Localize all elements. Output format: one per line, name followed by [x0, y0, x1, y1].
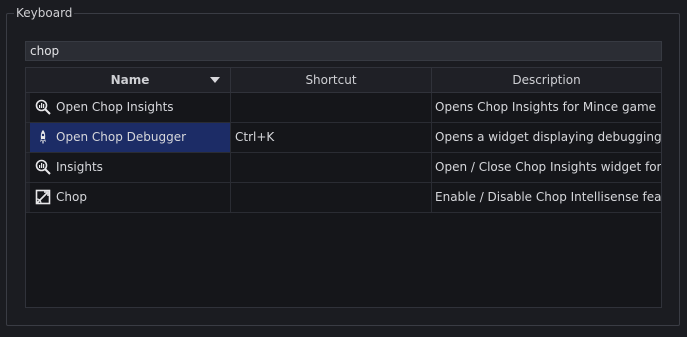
column-header-shortcut[interactable]: Shortcut: [231, 68, 432, 92]
shortcuts-table: Name Shortcut Description Open Chop Insi…: [25, 67, 662, 308]
row-shortcut: Ctrl+K: [231, 123, 432, 152]
row-shortcut: [231, 153, 432, 182]
row-description: Opens a widget displaying debugging inf.…: [435, 130, 661, 144]
row-description: Enable / Disable Chop Intellisense featu…: [435, 190, 661, 204]
row-shortcut: [231, 93, 432, 122]
insights-icon: [35, 99, 51, 115]
table-row[interactable]: Insights Open / Close Chop Insights widg…: [26, 153, 661, 183]
row-shortcut: [231, 183, 432, 212]
row-description: Open / Close Chop Insights widget for Mi…: [435, 160, 661, 174]
row-name: Open Chop Debugger: [56, 130, 187, 144]
debugger-icon: [40, 130, 46, 144]
search-input[interactable]: chop: [25, 41, 662, 61]
sort-descending-icon: [210, 77, 220, 83]
insights-icon: [35, 159, 51, 175]
row-description: Opens Chop Insights for Mince game ...: [435, 100, 661, 114]
column-header-description[interactable]: Description: [432, 68, 661, 92]
table-row-selected[interactable]: Open Chop Debugger Ctrl+K Opens a widget…: [26, 123, 661, 153]
group-title: Keyboard: [14, 5, 75, 21]
column-header-name[interactable]: Name: [30, 68, 231, 92]
row-name: Insights: [56, 160, 103, 174]
intellisense-icon: [35, 189, 51, 205]
row-name: Open Chop Insights: [56, 100, 174, 114]
table-header: Name Shortcut Description: [26, 68, 661, 93]
table-row[interactable]: Chop Enable / Disable Chop Intellisense …: [26, 183, 661, 213]
table-row[interactable]: Open Chop Insights Opens Chop Insights f…: [26, 93, 661, 123]
row-name: Chop: [56, 190, 87, 204]
